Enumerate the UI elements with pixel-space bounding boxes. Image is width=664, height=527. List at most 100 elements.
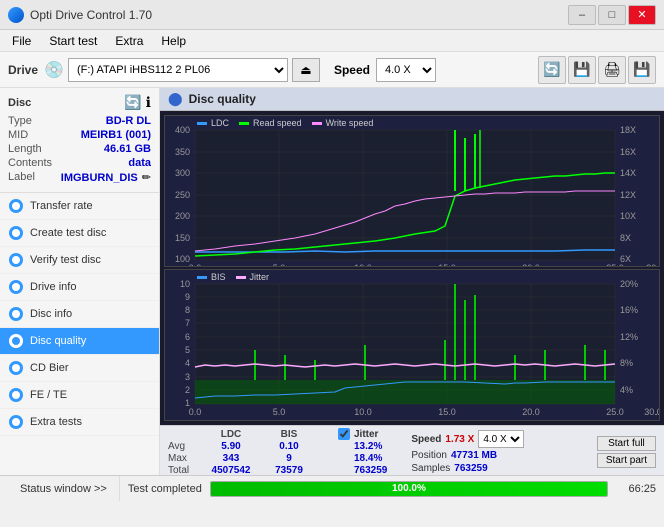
chart2-container: BIS Jitter [164, 269, 660, 421]
svg-text:20%: 20% [620, 279, 638, 289]
quality-title: Disc quality [189, 92, 256, 106]
stats-empty [168, 429, 198, 440]
nav-item-cd-bier[interactable]: CD Bier [0, 355, 159, 382]
disc-info-icon[interactable]: ℹ [146, 94, 151, 111]
legend-ldc: LDC [197, 118, 229, 128]
disc-label-key: Label [8, 171, 35, 184]
nav-item-drive-info[interactable]: Drive info [0, 274, 159, 301]
bis-color [197, 276, 207, 279]
avg-ldc: 5.90 [206, 441, 256, 452]
disc-type-row: Type BD-R DL [8, 115, 151, 127]
menu-extra[interactable]: Extra [107, 32, 151, 50]
drive-label: Drive [8, 63, 38, 77]
svg-text:15.0: 15.0 [438, 407, 456, 417]
charts-area: LDC Read speed Write speed [160, 111, 664, 425]
progress-bar-container: 100.0% [210, 481, 608, 497]
progress-text: 100.0% [392, 483, 426, 494]
disc-mid-row: MID MEIRB1 (001) [8, 129, 151, 141]
progress-bar-fill: 100.0% [211, 482, 607, 496]
chart2-svg: 10 9 8 7 6 5 4 3 2 1 20% 16% 12% [165, 270, 659, 420]
nav-icon-disc-quality [8, 333, 24, 349]
nav-item-fe-te[interactable]: FE / TE [0, 382, 159, 409]
nav-label-fe-te: FE / TE [30, 389, 67, 401]
bottom-bar: Status window >> Test completed 100.0% 6… [0, 475, 664, 501]
jitter-max-val: 18.4% [354, 453, 382, 464]
speed-val: 1.73 X [445, 434, 474, 445]
disc-label-icon[interactable]: ✏ [142, 171, 151, 184]
jitter-checkbox[interactable] [338, 428, 350, 440]
svg-text:14X: 14X [620, 168, 636, 178]
disc-refresh-icon[interactable]: 🔄 [124, 94, 141, 111]
svg-text:5.0: 5.0 [273, 407, 286, 417]
svg-text:100: 100 [175, 254, 190, 264]
menu-help[interactable]: Help [153, 32, 194, 50]
nav-icon-fe-te [8, 387, 24, 403]
toolbar-icon-4[interactable]: 💾 [628, 56, 656, 84]
eject-button[interactable]: ⏏ [292, 58, 320, 82]
nav-items: Transfer rate Create test disc Verify test… [0, 193, 159, 436]
legend-bis: BIS [197, 272, 226, 282]
total-ldc: 4507542 [206, 465, 256, 476]
disc-contents-key: Contents [8, 157, 52, 169]
speed-dropdown[interactable]: 4.0 X [478, 430, 524, 448]
menu-start-test[interactable]: Start test [41, 32, 105, 50]
main-layout: Disc 🔄 ℹ Type BD-R DL MID MEIRB1 (001) L… [0, 88, 664, 475]
write-color [312, 122, 322, 125]
menu-bar: File Start test Extra Help [0, 30, 664, 52]
drive-select[interactable]: (F:) ATAPI iHBS112 2 PL06 [68, 58, 288, 82]
svg-text:200: 200 [175, 211, 190, 221]
nav-icon-cd-bier [8, 360, 24, 376]
svg-text:300: 300 [175, 168, 190, 178]
nav-item-disc-quality[interactable]: Disc quality [0, 328, 159, 355]
jitter-avg-val: 13.2% [354, 441, 382, 452]
title-bar: Opti Drive Control 1.70 – □ ✕ [0, 0, 664, 30]
time-text: 66:25 [616, 483, 656, 495]
svg-text:12%: 12% [620, 332, 638, 342]
quality-icon: ⬤ [168, 91, 183, 107]
toolbar-icon-1[interactable]: 🔄 [538, 56, 566, 84]
svg-text:400: 400 [175, 125, 190, 135]
col-ldc: LDC [206, 429, 256, 440]
svg-text:25.0: 25.0 [606, 407, 624, 417]
status-window-button[interactable]: Status window >> [8, 476, 120, 501]
nav-item-create-test-disc[interactable]: Create test disc [0, 220, 159, 247]
svg-text:16X: 16X [620, 147, 636, 157]
maximize-button[interactable]: □ [598, 5, 626, 25]
position-val: 47731 MB [451, 450, 497, 461]
start-part-button[interactable]: Start part [597, 453, 656, 468]
max-label: Max [168, 453, 198, 464]
samples-label: Samples [411, 463, 450, 474]
svg-text:0.0: 0.0 [189, 263, 202, 266]
minimize-button[interactable]: – [568, 5, 596, 25]
nav-item-disc-info[interactable]: Disc info [0, 301, 159, 328]
nav-label-cd-bier: CD Bier [30, 362, 69, 374]
chart1-legend: LDC Read speed Write speed [197, 118, 373, 128]
nav-label-create-test-disc: Create test disc [30, 227, 106, 239]
svg-text:6: 6 [185, 332, 190, 342]
svg-text:10.0: 10.0 [354, 407, 372, 417]
disc-section-title: Disc [8, 97, 31, 109]
speed-col-label: Speed [411, 434, 441, 445]
menu-file[interactable]: File [4, 32, 39, 50]
toolbar-icon-3[interactable]: 🖨 [598, 56, 626, 84]
stats-ldc-bis: LDC BIS Avg 5.90 0.10 Max 343 9 Total [168, 429, 314, 476]
nav-item-extra-tests[interactable]: Extra tests [0, 409, 159, 436]
start-buttons: Start full Start part [597, 436, 656, 468]
svg-text:8%: 8% [620, 358, 633, 368]
nav-item-transfer-rate[interactable]: Transfer rate [0, 193, 159, 220]
max-ldc: 343 [206, 453, 256, 464]
speed-select[interactable]: 4.0 X [376, 58, 436, 82]
svg-text:25.0: 25.0 [606, 263, 624, 266]
toolbar-icon-2[interactable]: 💾 [568, 56, 596, 84]
svg-text:16%: 16% [620, 305, 638, 315]
close-button[interactable]: ✕ [628, 5, 656, 25]
svg-text:0.0: 0.0 [189, 407, 202, 417]
start-full-button[interactable]: Start full [597, 436, 656, 451]
jitter-section: Jitter 13.2% 18.4% 763259 [338, 428, 387, 475]
nav-item-verify-test-disc[interactable]: Verify test disc [0, 247, 159, 274]
legend-read: Read speed [239, 118, 302, 128]
nav-label-extra-tests: Extra tests [30, 416, 82, 428]
toolbar-icons: 🔄 💾 🖨 💾 [538, 56, 656, 84]
app-title: Opti Drive Control 1.70 [30, 8, 152, 22]
quality-panel: ⬤ Disc quality LDC Read speed [160, 88, 664, 475]
